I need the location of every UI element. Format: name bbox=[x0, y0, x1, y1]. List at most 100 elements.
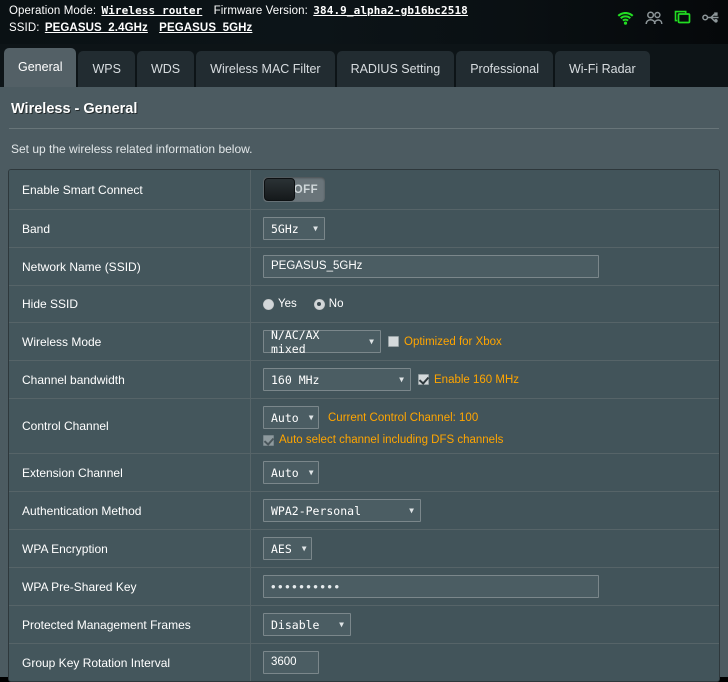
extension-channel-select[interactable]: Auto ▼ bbox=[263, 461, 319, 484]
group-key-rotation-input[interactable]: 3600 bbox=[263, 651, 319, 674]
field-control-channel: Auto ▼ Current Control Channel: 100 Auto… bbox=[251, 399, 719, 453]
radio-yes-label: Yes bbox=[278, 298, 297, 310]
chevron-down-icon: ▼ bbox=[409, 506, 414, 515]
chevron-down-icon: ▼ bbox=[301, 544, 307, 553]
wpa-encryption-value: AES bbox=[271, 541, 292, 556]
field-wireless-mode: N/AC/AX mixed ▼ Optimized for Xbox bbox=[251, 323, 719, 360]
tab-wireless-mac-filter[interactable]: Wireless MAC Filter bbox=[196, 51, 335, 87]
label-authentication-method: Authentication Method bbox=[9, 492, 251, 529]
tab-radius-setting[interactable]: RADIUS Setting bbox=[336, 51, 455, 87]
chevron-down-icon: ▼ bbox=[369, 337, 374, 346]
users-icon[interactable] bbox=[645, 10, 663, 25]
main-panel: Wireless - General Set up the wireless r… bbox=[0, 87, 728, 682]
ssid-link-24ghz[interactable]: PEGASUS_2.4GHz bbox=[45, 22, 148, 34]
pmf-value: Disable bbox=[271, 617, 320, 632]
control-channel-value: Auto bbox=[271, 410, 299, 425]
operation-mode-value[interactable]: Wireless router bbox=[101, 4, 202, 17]
firmware-value[interactable]: 384.9_alpha2-gb16bc2518 bbox=[313, 4, 468, 17]
operation-mode-line: Operation Mode: Wireless router Firmware… bbox=[9, 4, 470, 17]
chevron-down-icon: ▼ bbox=[308, 468, 314, 477]
label-band: Band bbox=[9, 210, 251, 247]
enable-160mhz-label: Enable 160 MHz bbox=[434, 373, 520, 386]
radio-no-label: No bbox=[328, 298, 344, 310]
wireless-mode-select[interactable]: N/AC/AX mixed ▼ bbox=[263, 327, 381, 356]
row-wireless-mode: Wireless Mode N/AC/AX mixed ▼ Optimized … bbox=[9, 323, 719, 361]
ssid-input[interactable]: PEGASUS_5GHz bbox=[263, 255, 599, 278]
wifi-icon[interactable] bbox=[617, 11, 634, 25]
tab-general[interactable]: General bbox=[4, 48, 77, 87]
tab-bar: General WPS WDS Wireless MAC Filter RADI… bbox=[0, 44, 728, 87]
channel-bandwidth-select[interactable]: 160 MHz ▼ bbox=[263, 368, 411, 391]
band-select-value: 5GHz bbox=[271, 221, 299, 236]
row-channel-bandwidth: Channel bandwidth 160 MHz ▼ Enable 160 M… bbox=[9, 361, 719, 399]
chevron-down-icon: ▼ bbox=[313, 224, 318, 233]
tab-wifi-radar[interactable]: Wi-Fi Radar bbox=[554, 51, 650, 87]
wireless-general-form: Enable Smart Connect OFF Band 5GHz ▼ Net… bbox=[8, 169, 720, 682]
usb-icon[interactable] bbox=[702, 11, 720, 24]
monitor-icon[interactable] bbox=[674, 10, 691, 25]
current-control-channel-note: Current Control Channel: 100 bbox=[328, 411, 479, 424]
chevron-down-icon: ▼ bbox=[308, 413, 314, 422]
tab-professional[interactable]: Professional bbox=[456, 51, 553, 87]
label-hide-ssid: Hide SSID bbox=[9, 286, 251, 322]
row-extension-channel: Extension Channel Auto ▼ bbox=[9, 454, 719, 492]
field-wpa-psk: •••••••••• bbox=[251, 568, 719, 605]
wpa-psk-input[interactable]: •••••••••• bbox=[263, 575, 599, 598]
row-band: Band 5GHz ▼ bbox=[9, 210, 719, 248]
firmware-label: Firmware Version: bbox=[213, 5, 308, 17]
page-description: Set up the wireless related information … bbox=[11, 142, 253, 156]
row-hide-ssid: Hide SSID Yes No bbox=[9, 286, 719, 323]
extension-channel-value: Auto bbox=[271, 465, 299, 480]
label-wireless-mode: Wireless Mode bbox=[9, 323, 251, 360]
field-authentication-method: WPA2-Personal ▼ bbox=[251, 492, 719, 529]
channel-bandwidth-value: 160 MHz bbox=[271, 372, 320, 387]
row-control-channel: Control Channel Auto ▼ Current Control C… bbox=[9, 399, 719, 454]
ssid-line: SSID: PEGASUS_2.4GHz PEGASUS_5GHz bbox=[9, 22, 258, 34]
label-extension-channel: Extension Channel bbox=[9, 454, 251, 491]
control-channel-select[interactable]: Auto ▼ bbox=[263, 406, 319, 429]
label-network-name: Network Name (SSID) bbox=[9, 248, 251, 285]
chevron-down-icon: ▼ bbox=[339, 620, 344, 629]
dfs-channels-checkbox[interactable]: Auto select channel including DFS channe… bbox=[263, 434, 503, 446]
pmf-select[interactable]: Disable ▼ bbox=[263, 613, 351, 636]
optimized-for-xbox-checkbox[interactable]: Optimized for Xbox bbox=[388, 336, 502, 348]
label-pmf: Protected Management Frames bbox=[9, 606, 251, 643]
row-wpa-psk: WPA Pre-Shared Key •••••••••• bbox=[9, 568, 719, 606]
field-channel-bandwidth: 160 MHz ▼ Enable 160 MHz bbox=[251, 361, 719, 398]
smart-connect-toggle[interactable]: OFF bbox=[263, 177, 325, 202]
enable-160mhz-checkbox[interactable]: Enable 160 MHz bbox=[418, 374, 519, 386]
dfs-checkbox-indicator bbox=[263, 434, 274, 446]
row-pmf: Protected Management Frames Disable ▼ bbox=[9, 606, 719, 644]
status-bar: Operation Mode: Wireless router Firmware… bbox=[0, 0, 728, 44]
ssid-link-5ghz[interactable]: PEGASUS_5GHz bbox=[159, 22, 252, 34]
field-hide-ssid: Yes No bbox=[251, 286, 719, 322]
status-icon-group bbox=[617, 10, 720, 25]
label-wpa-psk: WPA Pre-Shared Key bbox=[9, 568, 251, 605]
radio-no-indicator bbox=[313, 298, 325, 310]
control-channel-primary-line: Auto ▼ Current Control Channel: 100 bbox=[263, 406, 478, 429]
field-band: 5GHz ▼ bbox=[251, 210, 719, 247]
enable-160mhz-checkbox-indicator bbox=[418, 374, 429, 385]
field-group-key-rotation: 3600 bbox=[251, 644, 719, 681]
row-group-key-rotation: Group Key Rotation Interval 3600 bbox=[9, 644, 719, 681]
authentication-method-select[interactable]: WPA2-Personal ▼ bbox=[263, 499, 421, 522]
label-channel-bandwidth: Channel bandwidth bbox=[9, 361, 251, 398]
wireless-mode-value: N/AC/AX mixed bbox=[271, 327, 320, 356]
wpa-encryption-select[interactable]: AES ▼ bbox=[263, 537, 312, 560]
tab-wps[interactable]: WPS bbox=[78, 51, 135, 87]
row-authentication-method: Authentication Method WPA2-Personal ▼ bbox=[9, 492, 719, 530]
field-pmf: Disable ▼ bbox=[251, 606, 719, 643]
label-group-key-rotation: Group Key Rotation Interval bbox=[9, 644, 251, 681]
field-wpa-encryption: AES ▼ bbox=[251, 530, 719, 567]
field-network-name: PEGASUS_5GHz bbox=[251, 248, 719, 285]
toggle-state-label: OFF bbox=[293, 183, 318, 196]
hide-ssid-radio-yes[interactable]: Yes bbox=[263, 298, 297, 310]
label-smart-connect: Enable Smart Connect bbox=[9, 170, 251, 209]
xbox-checkbox-label: Optimized for Xbox bbox=[404, 335, 502, 348]
tab-wds[interactable]: WDS bbox=[136, 51, 195, 87]
field-extension-channel: Auto ▼ bbox=[251, 454, 719, 491]
chevron-down-icon: ▼ bbox=[399, 375, 404, 384]
authentication-method-value: WPA2-Personal bbox=[271, 503, 362, 518]
band-select[interactable]: 5GHz ▼ bbox=[263, 217, 325, 240]
hide-ssid-radio-no[interactable]: No bbox=[313, 298, 344, 310]
